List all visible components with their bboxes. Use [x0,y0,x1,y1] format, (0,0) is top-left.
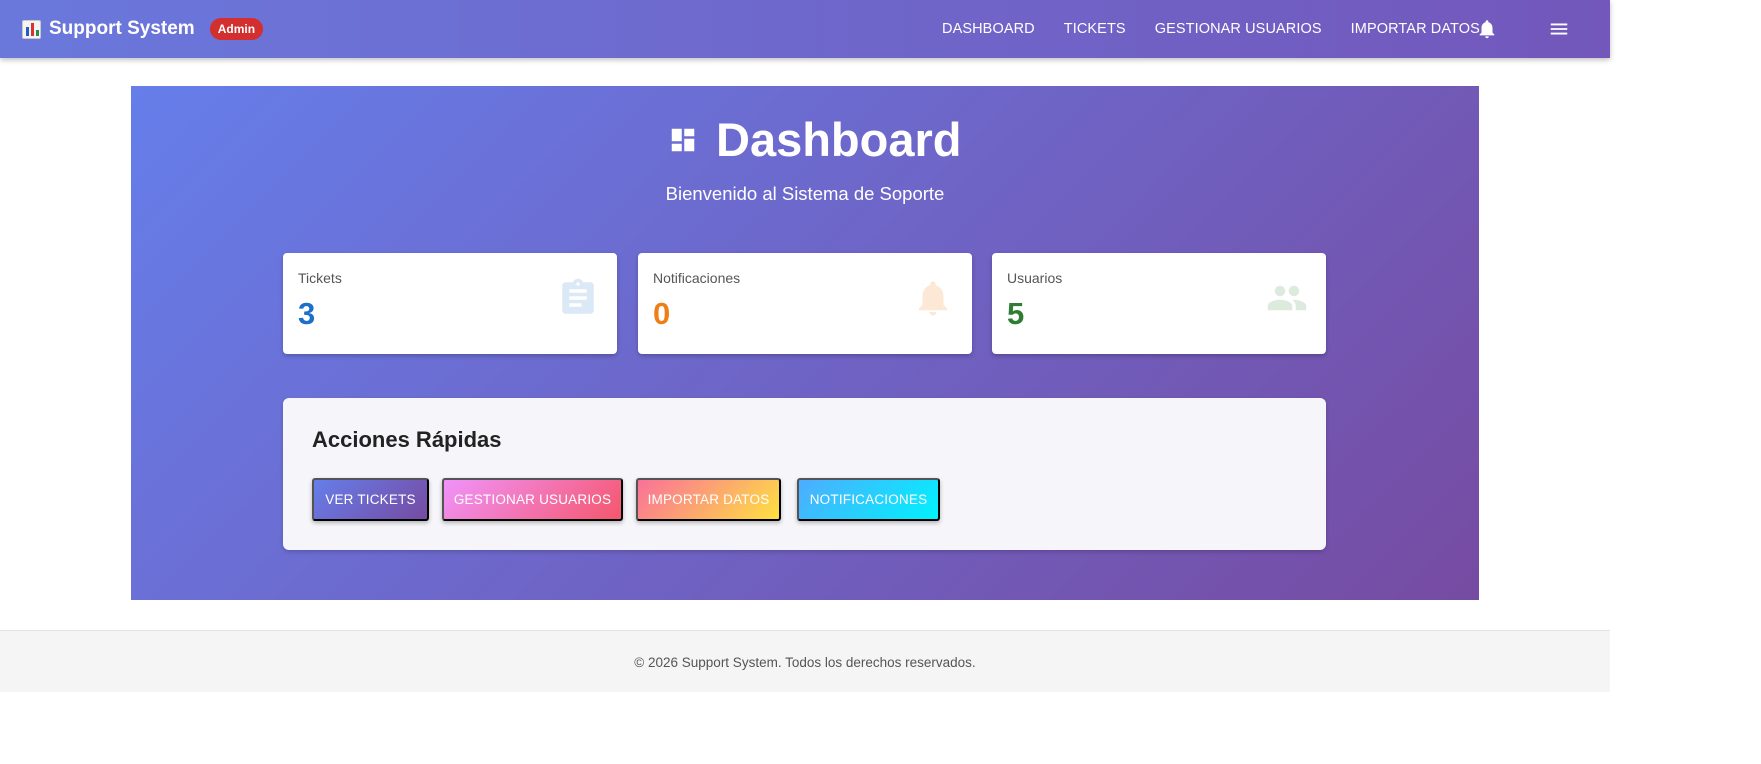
top-app-bar: Support System Admin DASHBOARD TICKETS G… [0,0,1610,58]
main-nav: DASHBOARD TICKETS GESTIONAR USUARIOS IMP… [942,0,1509,58]
stat-label: Tickets [298,270,342,286]
stat-label: Notificaciones [653,270,741,286]
quick-actions-panel: Acciones Rápidas VER TICKETS GESTIONAR U… [283,398,1326,550]
page: Support System Admin DASHBOARD TICKETS G… [0,0,1761,764]
stat-value: 5 [1007,296,1025,331]
nav-gestionar-usuarios[interactable]: GESTIONAR USUARIOS [1155,21,1322,37]
bell-icon [919,281,947,316]
stat-card-tickets[interactable]: Tickets 3 [283,253,617,354]
users-icon [1267,285,1307,311]
quick-actions-title: Acciones Rápidas [312,427,502,452]
page-subtitle: Bienvenido al Sistema de Soporte [665,183,945,204]
stat-label: Usuarios [1007,270,1063,286]
stat-card-usuarios[interactable]: Usuarios 5 [992,253,1326,354]
dashboard-icon [671,128,695,151]
bell-icon[interactable] [1476,18,1498,40]
hamburger-menu-icon[interactable] [1548,18,1570,40]
brand[interactable]: Support System Admin [22,0,264,58]
footer: © 2026 Support System. Todos los derecho… [0,630,1610,692]
nav-importar-datos[interactable]: IMPORTAR DATOS [1351,21,1480,37]
nav-tickets[interactable]: TICKETS [1064,21,1126,37]
nav-dashboard[interactable]: DASHBOARD [942,21,1035,37]
notificaciones-button[interactable]: NOTIFICACIONES [797,478,940,521]
footer-text: © 2026 Support System. Todos los derecho… [634,655,976,670]
ver-tickets-button[interactable]: VER TICKETS [312,478,429,521]
clipboard-icon [562,278,594,314]
gestionar-usuarios-button[interactable]: GESTIONAR USUARIOS [442,478,623,521]
stat-value: 3 [298,296,316,331]
page-title: Dashboard [716,113,962,166]
brand-title[interactable]: Support System [49,18,195,40]
stat-value: 0 [653,296,671,331]
importar-datos-button[interactable]: IMPORTAR DATOS [636,478,781,521]
role-badge: Admin [209,18,264,40]
bar-chart-icon [22,19,41,39]
page-heading: Dashboard [668,112,962,167]
stat-card-notificaciones[interactable]: Notificaciones 0 [638,253,972,354]
